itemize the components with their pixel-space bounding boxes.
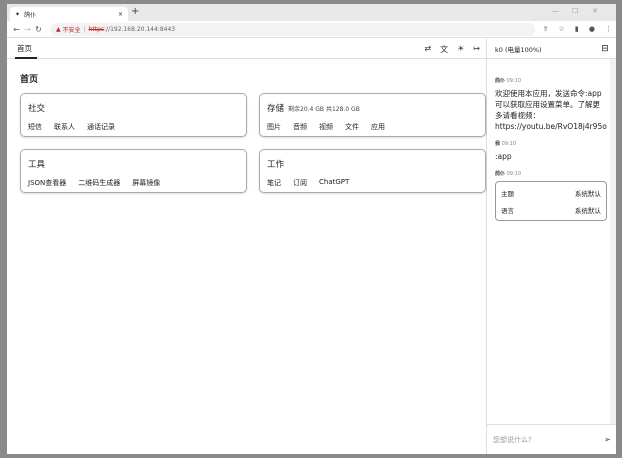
url-scheme: https — [88, 25, 105, 33]
theme-icon[interactable]: ☀ — [457, 44, 464, 55]
reload-icon[interactable]: ↻ — [33, 25, 44, 34]
insecure-label: 不安全 — [62, 26, 81, 34]
url-host: ://192.168.20.144:8443 — [104, 25, 176, 33]
menu-value: 系统默认 — [574, 189, 601, 198]
address-bar: ← → ↻ ▲ 不安全 | https ://192.168.20.144:84… — [7, 21, 616, 38]
collapse-icon[interactable]: ⊟ — [601, 44, 609, 54]
message-text: :app — [495, 152, 512, 161]
card-title: 存储 — [267, 104, 285, 114]
card-social: 社交 短信 联系人 通话记录 — [20, 93, 247, 137]
timestamp: 09:10 — [501, 141, 517, 147]
url-input[interactable]: ▲ 不安全 | https ://192.168.20.144:8443 — [50, 22, 535, 36]
link-json-viewer[interactable]: JSON查看器 — [28, 178, 66, 188]
browser-tab[interactable]: ✦ 鸽仆 × — [10, 7, 128, 21]
link-files[interactable]: 文件 — [345, 122, 359, 132]
logout-icon[interactable]: ↦ — [473, 44, 480, 55]
tab-title: 鸽仆 — [24, 11, 37, 19]
link-subscriptions[interactable]: 订阅 — [293, 178, 307, 188]
translate-icon[interactable]: 文 — [440, 44, 448, 55]
sender: 鸽仆 — [495, 78, 506, 84]
timestamp: 09:10 — [506, 78, 522, 84]
link-call-log[interactable]: 通话记录 — [87, 122, 115, 132]
tab-bar: ✦ 鸽仆 × + — ☐ ✕ — [7, 4, 616, 21]
forward-icon[interactable]: → — [22, 25, 33, 34]
message-input[interactable]: 您想说什么? ➢ — [487, 424, 616, 454]
device-status: k0 (电量100%) — [495, 45, 542, 54]
sender: 我 — [495, 141, 501, 147]
input-placeholder: 您想说什么? — [493, 435, 532, 444]
profile-icon[interactable]: ● — [589, 25, 595, 33]
link-chatgpt[interactable]: ChatGPT — [319, 178, 349, 188]
card-title: 工具 — [28, 160, 46, 170]
browser-window: ✦ 鸽仆 × + — ☐ ✕ ← → ↻ ▲ 不安全 | https ://19… — [7, 4, 616, 454]
link-contacts[interactable]: 联系人 — [54, 122, 75, 132]
star-icon[interactable]: ☆ — [559, 25, 565, 33]
back-icon[interactable]: ← — [11, 25, 22, 34]
card-tools: 工具 JSON查看器 二维码生成器 屏幕镜像 — [20, 149, 247, 193]
menu-icon[interactable]: ⋮ — [605, 25, 612, 33]
card-title: 工作 — [267, 160, 285, 170]
message-text: 欢迎使用本应用，发送命令:app可以获取应用设置菜单。了解更多请看视频：http… — [495, 89, 607, 131]
link-apps[interactable]: 应用 — [371, 122, 385, 132]
close-tab-icon[interactable]: × — [118, 11, 123, 18]
card-work: 工作 笔记 订阅 ChatGPT — [259, 149, 486, 193]
favicon-icon: ✦ — [15, 10, 21, 18]
card-storage: 存储 剩余20.4 GB 共128.0 GB 图片 音频 视频 文件 应用 — [259, 93, 486, 137]
link-sms[interactable]: 短信 — [28, 122, 42, 132]
send-icon[interactable]: ➢ — [604, 435, 611, 444]
sender: 鸽仆 — [495, 171, 506, 177]
storage-info: 剩余20.4 GB 共128.0 GB — [288, 106, 360, 113]
menu-label: 主题 — [501, 189, 514, 198]
minimize-button[interactable]: — — [552, 7, 559, 15]
share-icon[interactable]: ⇪ — [543, 25, 549, 33]
card-title: 社交 — [28, 104, 46, 114]
settings-menu: 主题 系统默认 语言 系统默认 — [495, 181, 607, 221]
scrollbar[interactable] — [609, 59, 616, 424]
message-list: 鸽仆 09:10 欢迎使用本应用，发送命令:app可以获取应用设置菜单。了解更多… — [487, 59, 616, 424]
link-audio[interactable]: 音频 — [293, 122, 307, 132]
page-title: 首页 — [20, 75, 39, 85]
link-images[interactable]: 图片 — [267, 122, 281, 132]
menu-item-theme[interactable]: 主题 系统默认 — [501, 184, 601, 201]
close-window-button[interactable]: ✕ — [592, 7, 598, 15]
sort-icon[interactable]: ⇄ — [424, 44, 431, 55]
timestamp: 09:10 — [506, 171, 522, 177]
link-video[interactable]: 视频 — [319, 122, 333, 132]
menu-label: 语言 — [501, 206, 514, 215]
tab-home[interactable]: 首页 — [15, 39, 37, 59]
link-qr-generator[interactable]: 二维码生成器 — [78, 178, 120, 188]
new-tab-button[interactable]: + — [131, 6, 139, 17]
link-notes[interactable]: 笔记 — [267, 178, 281, 188]
link-screen-mirror[interactable]: 屏幕镜像 — [132, 178, 160, 188]
menu-value: 系统默认 — [574, 206, 601, 215]
app: 首页 ⇄ 文 ☀ ↦ 首页 社交 短信 联系人 通话记录 存储 剩余20.4 GB… — [7, 39, 616, 454]
chat-panel: k0 (电量100%) ⊟ 鸽仆 09:10 欢迎使用本应用，发送命令:app可… — [487, 39, 616, 454]
maximize-button[interactable]: ☐ — [572, 7, 578, 15]
sidepanel-icon[interactable]: ▮ — [575, 25, 579, 33]
menu-item-language[interactable]: 语言 系统默认 — [501, 201, 601, 218]
main-panel: 首页 ⇄ 文 ☀ ↦ 首页 社交 短信 联系人 通话记录 存储 剩余20.4 GB… — [7, 39, 487, 454]
